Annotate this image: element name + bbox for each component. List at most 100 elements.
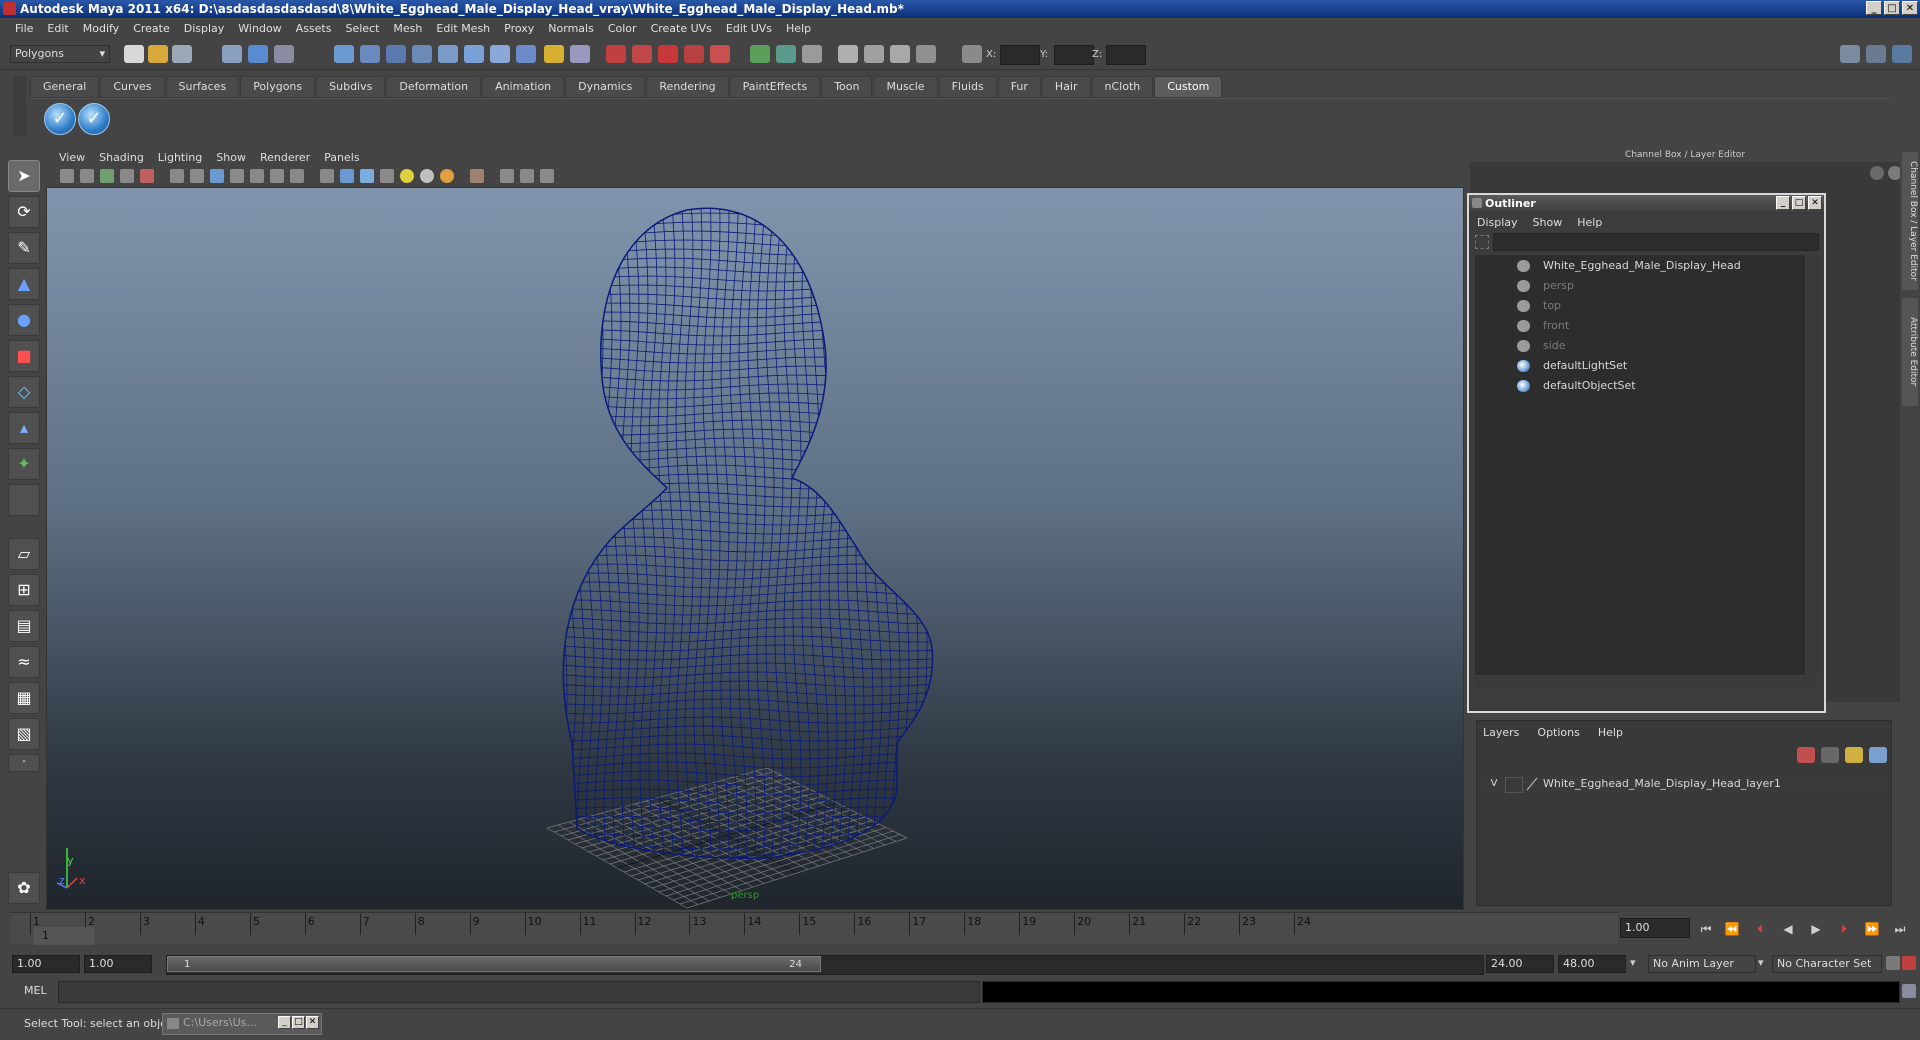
snap-view-plane-icon[interactable]	[684, 45, 704, 63]
menu-create-uvs[interactable]: Create UVs	[644, 22, 719, 35]
outliner-item[interactable]: defaultObjectSet	[1475, 377, 1795, 395]
layer-visibility-toggle[interactable]: V	[1487, 777, 1501, 791]
outliner-maximize-button[interactable]: □	[1792, 196, 1806, 210]
shelf-tab-surfaces[interactable]: Surfaces	[165, 76, 240, 98]
snap-grid-icon[interactable]	[606, 45, 626, 63]
shelf-tab-animation[interactable]: Animation	[482, 76, 565, 98]
animation-preferences-icon[interactable]	[1902, 956, 1916, 970]
shelf-checkmark-icon[interactable]: ✓	[78, 103, 110, 135]
save-scene-icon[interactable]	[172, 45, 192, 63]
lasso-tool-icon[interactable]: ⟳	[8, 196, 40, 228]
menu-window[interactable]: Window	[231, 22, 288, 35]
hypershade-persp-layout-icon[interactable]: ▦	[8, 682, 40, 714]
persp-outliner-layout-icon[interactable]: ▤	[8, 610, 40, 642]
outliner-item[interactable]: White_Egghead_Male_Display_Head	[1475, 257, 1795, 275]
create-empty-layer-icon[interactable]	[1845, 747, 1863, 763]
layer-display-type-toggle[interactable]	[1505, 777, 1523, 793]
layer-menu-help[interactable]: Help	[1598, 726, 1623, 739]
outliner-minimize-button[interactable]: _	[1776, 196, 1790, 210]
shelf-tab-deformation[interactable]: Deformation	[386, 76, 482, 98]
resolution-gate-icon[interactable]	[210, 169, 224, 183]
viewport-menu-shading[interactable]: Shading	[92, 151, 151, 164]
menu-edit-mesh[interactable]: Edit Mesh	[429, 22, 497, 35]
wireframe-icon[interactable]	[320, 169, 334, 183]
viewport-menu-view[interactable]: View	[52, 151, 92, 164]
xray-icon[interactable]	[500, 169, 514, 183]
outliner-item[interactable]: persp	[1475, 277, 1795, 295]
shelf-tab-fluids[interactable]: Fluids	[938, 76, 997, 98]
channel-box-mode-icon[interactable]	[1870, 166, 1884, 180]
step-back-frame-icon[interactable]: ⏪	[1724, 922, 1740, 936]
outliner-menu-show[interactable]: Show	[1533, 216, 1570, 229]
bookmarks-icon[interactable]	[100, 169, 114, 183]
range-slider[interactable]: 1 24	[166, 955, 1484, 975]
current-frame-marker[interactable]: 1	[34, 927, 94, 945]
toggle-attribute-editor-icon[interactable]	[1840, 45, 1860, 63]
safe-title-icon[interactable]	[290, 169, 304, 183]
outliner-menu-display[interactable]: Display	[1477, 216, 1525, 229]
playback-end-field[interactable]: 24.00	[1486, 955, 1554, 973]
shelf-tab-dynamics[interactable]: Dynamics	[565, 76, 646, 98]
wireframe-on-shaded-icon[interactable]	[360, 169, 374, 183]
textured-icon[interactable]	[380, 169, 394, 183]
select-by-hierarchy-icon[interactable]	[222, 45, 242, 63]
outliner-search-input[interactable]	[1493, 233, 1819, 251]
shelf-tab-general[interactable]: General	[30, 76, 100, 98]
render-view-icon[interactable]	[838, 45, 858, 63]
make-live-icon[interactable]	[710, 45, 730, 63]
ipr-render-icon[interactable]	[890, 45, 910, 63]
x-field[interactable]	[1000, 45, 1040, 65]
shelf-tab-curves[interactable]: Curves	[100, 76, 165, 98]
rendering-mask-icon[interactable]	[490, 45, 510, 63]
output-ops-icon[interactable]	[776, 45, 796, 63]
outliner-close-button[interactable]: ✕	[1808, 196, 1822, 210]
smooth-shade-icon[interactable]	[340, 169, 354, 183]
layout-options-icon[interactable]: -	[8, 754, 40, 772]
shelf-tab-custom[interactable]: Custom	[1154, 76, 1223, 98]
outliner-horizontal-scrollbar[interactable]	[1475, 677, 1815, 689]
camera-attributes-icon[interactable]	[80, 169, 94, 183]
shelf-tab-painteffects[interactable]: PaintEffects	[729, 76, 821, 98]
surface-mask-icon[interactable]	[412, 45, 432, 63]
menu-create[interactable]: Create	[126, 22, 177, 35]
y-field[interactable]	[1054, 45, 1094, 65]
create-layer-from-selected-icon[interactable]	[1869, 747, 1887, 763]
persp-graph-layout-icon[interactable]: ≈	[8, 646, 40, 678]
maximize-button[interactable]: □	[292, 1016, 305, 1029]
move-layer-down-icon[interactable]	[1821, 747, 1839, 763]
outliner-item[interactable]: top	[1475, 297, 1795, 315]
range-slider-handle[interactable]: 1 24	[167, 956, 821, 972]
play-backwards-icon[interactable]: ◀	[1780, 922, 1796, 936]
go-to-start-icon[interactable]: ⏮	[1698, 922, 1714, 936]
render-settings-icon[interactable]	[916, 45, 936, 63]
last-tool-icon[interactable]	[8, 484, 40, 516]
transform-field-mode-icon[interactable]	[962, 45, 982, 63]
use-all-lights-icon[interactable]	[400, 169, 414, 183]
snap-curve-icon[interactable]	[632, 45, 652, 63]
single-perspective-layout-icon[interactable]: ▱	[8, 538, 40, 570]
menu-display[interactable]: Display	[177, 22, 232, 35]
perspective-viewport[interactable]: y x z persp	[46, 187, 1464, 910]
select-by-component-icon[interactable]	[274, 45, 294, 63]
isolate-select-icon[interactable]	[470, 169, 484, 183]
menu-set-dropdown[interactable]: Polygons ▾	[10, 45, 110, 63]
restore-button[interactable]: _	[278, 1016, 291, 1029]
menu-help[interactable]: Help	[779, 22, 818, 35]
display-layer-row[interactable]: V White_Egghead_Male_Display_Head_layer1	[1481, 775, 1887, 793]
shelf-tab-toon[interactable]: Toon	[821, 76, 873, 98]
lock-selection-icon[interactable]	[544, 45, 564, 63]
select-camera-icon[interactable]	[60, 169, 74, 183]
viewport-menu-lighting[interactable]: Lighting	[151, 151, 209, 164]
outliner-item[interactable]: side	[1475, 337, 1795, 355]
menu-assets[interactable]: Assets	[289, 22, 339, 35]
toggle-channel-box-icon[interactable]	[1892, 45, 1912, 63]
auto-key-icon[interactable]	[1886, 956, 1900, 970]
highlight-selection-icon[interactable]	[570, 45, 590, 63]
shelf-tab-rendering[interactable]: Rendering	[646, 76, 729, 98]
scale-tool-icon[interactable]: ■	[8, 340, 40, 372]
joint-mask-icon[interactable]	[360, 45, 380, 63]
film-gate-icon[interactable]	[190, 169, 204, 183]
shelf-tab-muscle[interactable]: Muscle	[873, 76, 938, 98]
minimize-button[interactable]: _	[1866, 1, 1882, 15]
close-button[interactable]: ✕	[306, 1016, 319, 1029]
